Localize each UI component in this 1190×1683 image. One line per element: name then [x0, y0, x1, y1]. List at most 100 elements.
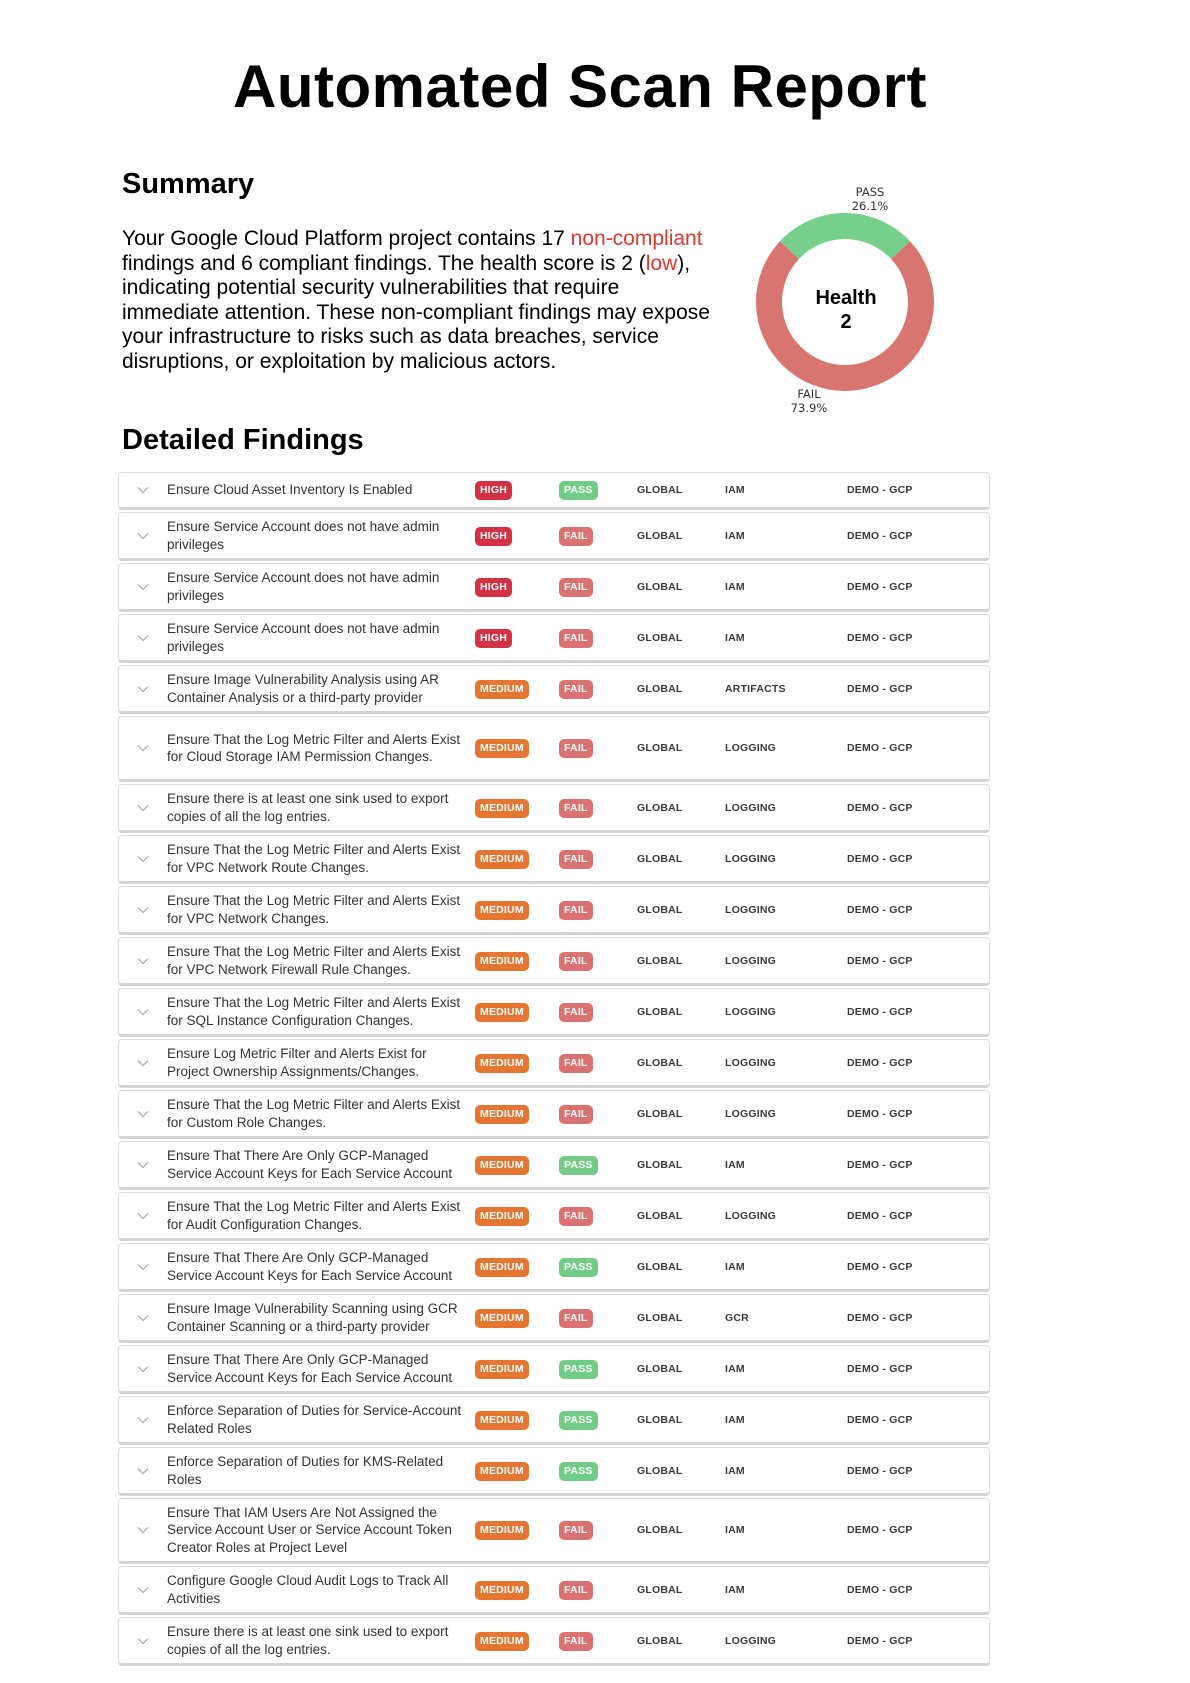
status-badge: FAIL [559, 798, 593, 818]
expand-chevron-icon[interactable] [119, 1110, 167, 1118]
finding-service: IAM [725, 529, 745, 542]
finding-title: Ensure Service Account does not have adm… [167, 621, 440, 654]
expand-chevron-icon[interactable] [119, 1637, 167, 1645]
finding-region: GLOBAL [637, 484, 683, 496]
expand-chevron-icon[interactable] [119, 532, 167, 540]
finding-region: GLOBAL [637, 1524, 683, 1536]
finding-service: IAM [725, 1524, 745, 1536]
finding-title: Ensure That There Are Only GCP-Managed S… [167, 1148, 453, 1181]
finding-row[interactable]: Ensure Image Vulnerability Analysis usin… [118, 665, 990, 714]
finding-service: LOGGING [725, 1107, 776, 1120]
expand-chevron-icon[interactable] [119, 957, 167, 965]
finding-row[interactable]: Ensure Service Account does not have adm… [118, 614, 990, 663]
severity-badge: MEDIUM [475, 1521, 529, 1540]
finding-row[interactable]: Ensure Log Metric Filter and Alerts Exis… [118, 1039, 990, 1088]
status-badge: FAIL [559, 900, 593, 920]
expand-chevron-icon[interactable] [119, 906, 167, 914]
fail-label-value: 73.9% [790, 401, 828, 415]
severity-badge: MEDIUM [475, 1155, 529, 1175]
finding-region: GLOBAL [637, 1362, 683, 1375]
finding-row[interactable]: Ensure Service Account does not have adm… [118, 563, 990, 612]
finding-service: LOGGING [725, 1634, 776, 1647]
finding-row[interactable]: Ensure there is at least one sink used t… [118, 784, 990, 833]
finding-region: GLOBAL [637, 801, 683, 814]
finding-service: IAM [725, 1583, 745, 1596]
finding-row[interactable]: Ensure there is at least one sink used t… [118, 1617, 990, 1666]
finding-service: IAM [725, 1260, 745, 1273]
finding-row[interactable]: Ensure That There Are Only GCP-Managed S… [118, 1345, 990, 1394]
summary-text-part: findings and 6 compliant findings. The h… [122, 251, 646, 275]
status-badge: FAIL [559, 526, 593, 546]
finding-service: LOGGING [725, 801, 776, 814]
finding-row[interactable]: Ensure That the Log Metric Filter and Al… [118, 937, 990, 986]
expand-chevron-icon[interactable] [119, 486, 167, 494]
expand-chevron-icon[interactable] [119, 583, 167, 591]
expand-chevron-icon[interactable] [119, 855, 167, 863]
finding-project: DEMO - GCP [847, 1634, 913, 1647]
finding-row[interactable]: Ensure That There Are Only GCP-Managed S… [118, 1141, 990, 1190]
finding-row[interactable]: Ensure That the Log Metric Filter and Al… [118, 1090, 990, 1139]
finding-row[interactable]: Configure Google Cloud Audit Logs to Tra… [118, 1566, 990, 1615]
severity-badge: HIGH [475, 526, 513, 546]
expand-chevron-icon[interactable] [119, 1526, 167, 1534]
expand-chevron-icon[interactable] [119, 1008, 167, 1016]
finding-row[interactable]: Ensure That the Log Metric Filter and Al… [118, 1192, 990, 1241]
status-badge: FAIL [559, 1206, 593, 1226]
finding-title: Ensure That the Log Metric Filter and Al… [167, 893, 461, 926]
finding-row[interactable]: Ensure That the Log Metric Filter and Al… [118, 716, 990, 782]
finding-region: GLOBAL [637, 1107, 683, 1120]
finding-region: GLOBAL [637, 580, 683, 593]
finding-row[interactable]: Ensure That the Log Metric Filter and Al… [118, 835, 990, 884]
finding-row[interactable]: Ensure That IAM Users Are Not Assigned t… [118, 1498, 990, 1564]
finding-region: GLOBAL [637, 1634, 683, 1647]
status-badge: FAIL [559, 1002, 593, 1022]
expand-chevron-icon[interactable] [119, 744, 167, 752]
health-center-label: Health 2 [771, 286, 921, 334]
finding-row[interactable]: Ensure Image Vulnerability Scanning usin… [118, 1294, 990, 1343]
expand-chevron-icon[interactable] [119, 685, 167, 693]
expand-chevron-icon[interactable] [119, 1212, 167, 1220]
severity-badge: MEDIUM [475, 849, 529, 869]
finding-row[interactable]: Ensure That There Are Only GCP-Managed S… [118, 1243, 990, 1292]
finding-project: DEMO - GCP [847, 1005, 913, 1018]
expand-chevron-icon[interactable] [119, 1365, 167, 1373]
finding-row[interactable]: Ensure Cloud Asset Inventory Is Enabled H… [118, 472, 990, 510]
finding-title: Ensure That the Log Metric Filter and Al… [167, 1097, 461, 1130]
expand-chevron-icon[interactable] [119, 1416, 167, 1424]
finding-title: Ensure Service Account does not have adm… [167, 519, 440, 552]
non-compliant-highlight: non-compliant [570, 227, 703, 250]
severity-badge: HIGH [475, 628, 513, 648]
finding-row[interactable]: Enforce Separation of Duties for KMS-Rel… [118, 1447, 990, 1496]
expand-chevron-icon[interactable] [119, 634, 167, 642]
expand-chevron-icon[interactable] [119, 1467, 167, 1475]
expand-chevron-icon[interactable] [119, 804, 167, 812]
finding-row[interactable]: Ensure That the Log Metric Filter and Al… [118, 988, 990, 1037]
expand-chevron-icon[interactable] [119, 1161, 167, 1169]
summary-text-part: Your Google Cloud Platform project conta… [122, 227, 571, 250]
severity-badge: MEDIUM [475, 1206, 529, 1226]
expand-chevron-icon[interactable] [119, 1314, 167, 1322]
severity-badge: MEDIUM [475, 1104, 529, 1124]
finding-project: DEMO - GCP [847, 1056, 913, 1069]
finding-row[interactable]: Ensure That the Log Metric Filter and Al… [118, 886, 990, 935]
severity-badge: MEDIUM [475, 900, 529, 920]
finding-service: IAM [725, 631, 745, 644]
finding-project: DEMO - GCP [847, 852, 913, 865]
finding-service: IAM [725, 1362, 745, 1375]
finding-service: LOGGING [725, 742, 776, 754]
severity-badge: MEDIUM [475, 1053, 529, 1073]
expand-chevron-icon[interactable] [119, 1059, 167, 1067]
status-badge: PASS [559, 1257, 598, 1277]
finding-title: Enforce Separation of Duties for KMS-Rel… [167, 1454, 444, 1487]
finding-region: GLOBAL [637, 1413, 683, 1426]
severity-badge: MEDIUM [475, 1461, 529, 1481]
finding-project: DEMO - GCP [847, 1464, 913, 1477]
finding-title: Ensure That There Are Only GCP-Managed S… [167, 1250, 453, 1283]
finding-row[interactable]: Enforce Separation of Duties for Service… [118, 1396, 990, 1445]
finding-project: DEMO - GCP [847, 682, 913, 695]
finding-row[interactable]: Ensure Service Account does not have adm… [118, 512, 990, 561]
expand-chevron-icon[interactable] [119, 1586, 167, 1594]
expand-chevron-icon[interactable] [119, 1263, 167, 1271]
finding-region: GLOBAL [637, 631, 683, 644]
finding-title: Ensure there is at least one sink used t… [167, 1624, 449, 1657]
